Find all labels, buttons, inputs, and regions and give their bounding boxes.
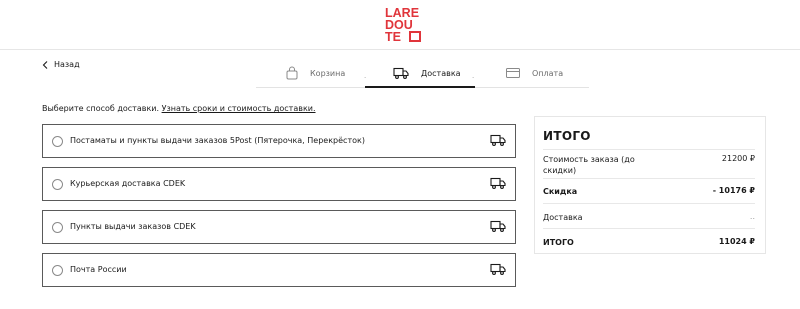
truck-icon (490, 134, 506, 146)
step-separator: . (472, 72, 475, 80)
step-delivery-label: Доставка (421, 68, 461, 78)
delivery-info-link[interactable]: Узнать сроки и стоимость доставки. (162, 104, 316, 113)
step-cart[interactable]: Корзина (286, 58, 345, 88)
truck-icon (490, 263, 506, 275)
shipping-value: .. (749, 212, 755, 221)
radio-cdek-courier[interactable] (52, 179, 63, 190)
chevron-left-icon (42, 60, 48, 69)
radio-russian-post[interactable] (52, 265, 63, 276)
delivery-option-label: Почта России (70, 265, 127, 274)
truck-icon (490, 177, 506, 189)
summary-row-discount: Скидка - 10176 ₽ (543, 186, 755, 197)
delivery-option-label: Курьерская доставка CDEK (70, 179, 186, 188)
laredoute-logo[interactable]: LARE DOU TE (383, 5, 423, 43)
step-payment-label: Оплата (532, 68, 564, 78)
delivery-prompt: Выберите способ доставки. Узнать сроки и… (42, 104, 316, 113)
order-cost-label: Стоимость заказа (до скидки) (543, 155, 635, 175)
checkout-steps: Корзина . Доставка . Оплата (256, 58, 589, 88)
delivery-option-label: Постаматы и пункты выдачи заказов 5Post … (70, 136, 365, 145)
divider (543, 228, 755, 229)
delivery-option-cdek-pickup[interactable]: Пункты выдачи заказов CDEK (42, 210, 516, 244)
divider (543, 149, 755, 150)
total-label: ИТОГО (543, 238, 574, 247)
total-value: 11024 ₽ (718, 237, 755, 246)
delivery-option-5post[interactable]: Постаматы и пункты выдачи заказов 5Post … (42, 124, 516, 158)
site-header: LARE DOU TE (0, 0, 800, 50)
discount-value: - 10176 ₽ (712, 186, 755, 195)
delivery-option-cdek-courier[interactable]: Курьерская доставка CDEK (42, 167, 516, 201)
card-icon (506, 68, 520, 78)
step-cart-label: Корзина (310, 68, 346, 78)
divider (543, 178, 755, 179)
svg-text:TE: TE (385, 30, 401, 43)
discount-label: Скидка (543, 187, 578, 196)
bag-icon (286, 66, 298, 80)
summary-row-order-cost: Стоимость заказа (до скидки) 21200 ₽ (543, 154, 755, 176)
summary-row-total: ИТОГО 11024 ₽ (543, 237, 755, 248)
back-label: Назад (54, 60, 80, 69)
shipping-label: Доставка (543, 213, 583, 222)
radio-5post[interactable] (52, 136, 63, 147)
summary-title: ИТОГО (543, 129, 591, 143)
delivery-prompt-text: Выберите способ доставки. (42, 104, 160, 113)
step-separator: . (364, 72, 367, 80)
delivery-option-russian-post[interactable]: Почта России (42, 253, 516, 287)
truck-icon (490, 220, 506, 232)
step-payment[interactable]: Оплата (506, 58, 563, 88)
back-link[interactable]: Назад (42, 60, 80, 69)
truck-icon (393, 67, 409, 79)
radio-cdek-pickup[interactable] (52, 222, 63, 233)
divider (543, 203, 755, 204)
active-step-underline (365, 86, 475, 88)
summary-row-shipping: Доставка .. (543, 212, 755, 223)
order-cost-value: 21200 ₽ (721, 154, 755, 163)
step-delivery[interactable]: Доставка (393, 58, 461, 88)
delivery-option-label: Пункты выдачи заказов CDEK (70, 222, 196, 231)
order-summary: ИТОГО Стоимость заказа (до скидки) 21200… (534, 116, 766, 254)
